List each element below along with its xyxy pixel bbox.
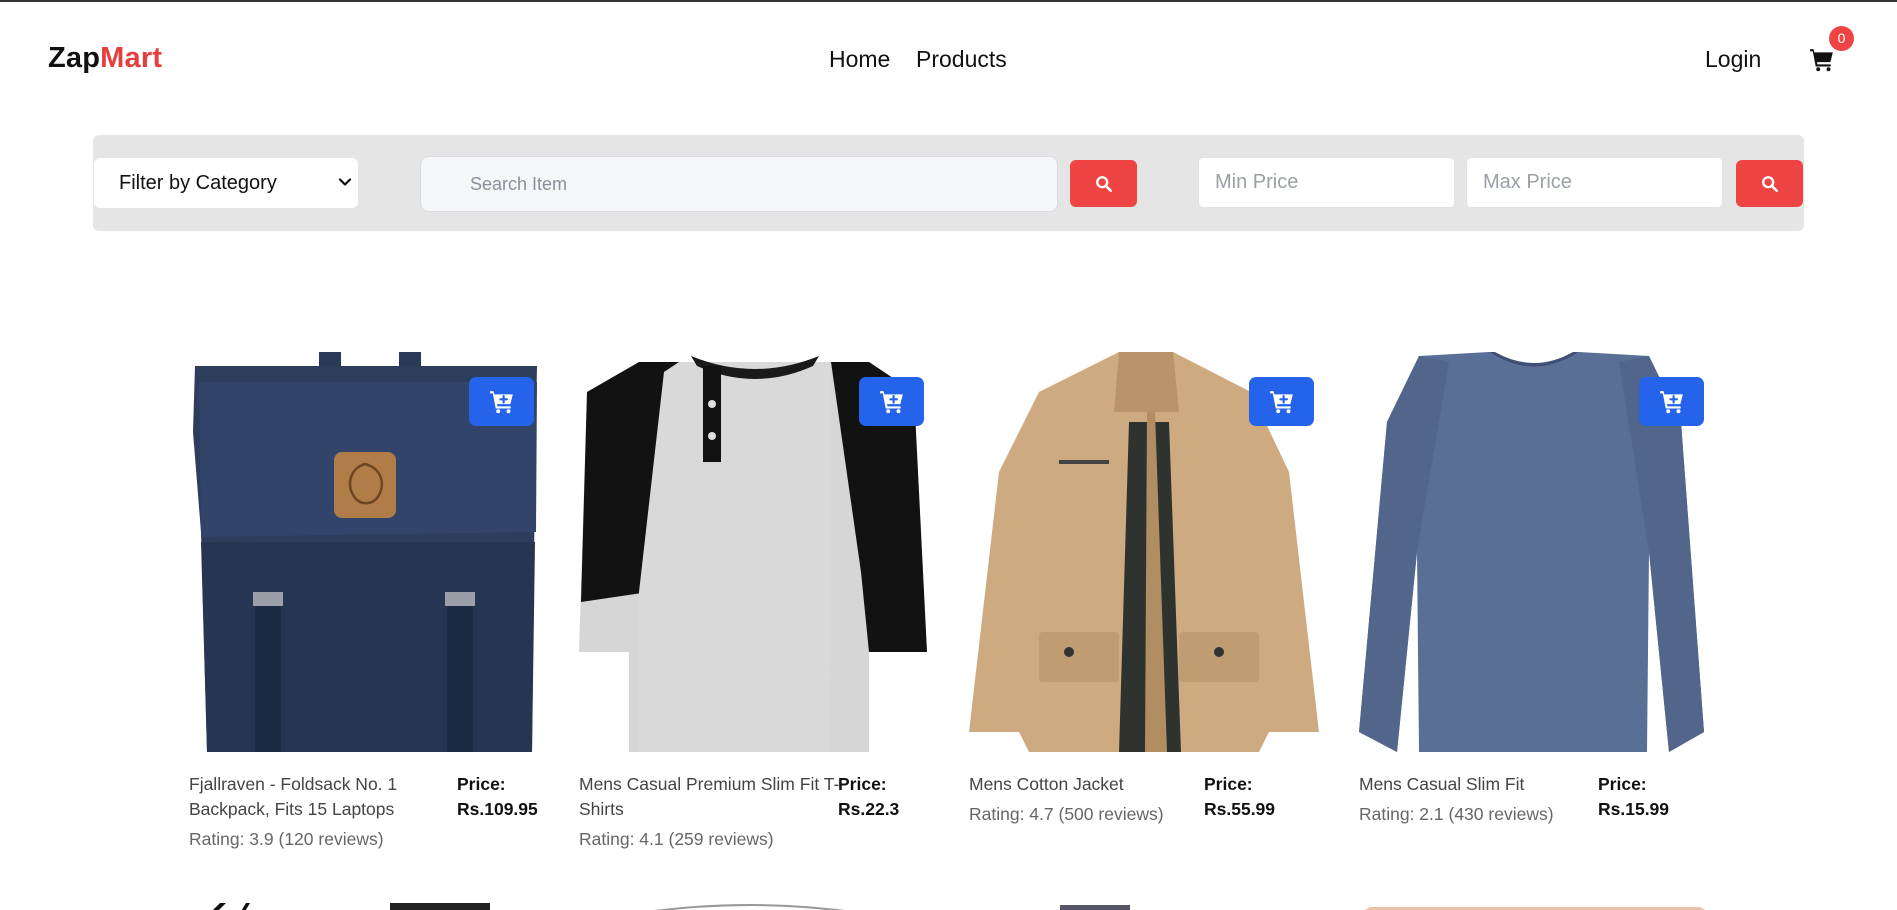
product-rating: Rating: 4.1 (259 reviews) bbox=[579, 829, 774, 849]
product-image-tshirt[interactable] bbox=[579, 352, 931, 752]
product-title[interactable]: Mens Cotton Jacket bbox=[969, 772, 1234, 797]
price-value: Rs.22.3 bbox=[838, 799, 900, 819]
price-label: Price: bbox=[1598, 774, 1647, 794]
product-rating: Rating: 4.7 (500 reviews) bbox=[969, 804, 1164, 824]
category-select-label: Filter by Category bbox=[119, 172, 277, 194]
product-rating: Rating: 3.9 (120 reviews) bbox=[189, 829, 384, 849]
max-price-input[interactable]: Max Price bbox=[1466, 157, 1723, 208]
product-image-jacket[interactable] bbox=[969, 352, 1321, 752]
nav-products-link[interactable]: Products bbox=[916, 46, 1007, 73]
product-price: Price: Rs.109.95 bbox=[457, 772, 541, 822]
nav-home-link[interactable]: Home bbox=[829, 46, 890, 73]
price-label: Price: bbox=[838, 774, 887, 794]
product-image-longsleeve[interactable] bbox=[1359, 352, 1711, 752]
product-price: Price: Rs.55.99 bbox=[1204, 772, 1324, 822]
search-icon bbox=[1761, 175, 1778, 192]
product-image-backpack[interactable] bbox=[189, 352, 541, 752]
product-rating: Rating: 2.1 (430 reviews) bbox=[1359, 804, 1554, 824]
login-link[interactable]: Login bbox=[1705, 46, 1761, 73]
price-value: Rs.109.95 bbox=[457, 799, 538, 819]
next-product-image-partial bbox=[1060, 900, 1130, 910]
add-to-cart-button[interactable] bbox=[859, 377, 924, 426]
next-row-image-4 bbox=[1365, 907, 1705, 910]
product-card[interactable]: Fjallraven - Foldsack No. 1 Backpack, Fi… bbox=[189, 352, 541, 872]
product-price: Price: Rs.22.3 bbox=[838, 772, 908, 822]
product-card[interactable]: Mens Casual Slim Fit Price: Rs.15.99 Rat… bbox=[1359, 352, 1711, 872]
price-value: Rs.15.99 bbox=[1598, 799, 1670, 819]
cart-icon-svg bbox=[1810, 49, 1833, 72]
search-button[interactable] bbox=[1070, 160, 1137, 207]
brand-logo-part1: Zap bbox=[48, 42, 101, 74]
min-price-input[interactable]: Min Price bbox=[1198, 157, 1455, 208]
cart-icon[interactable] bbox=[1809, 47, 1835, 73]
price-value: Rs.55.99 bbox=[1204, 799, 1276, 819]
next-product-image-partial bbox=[1360, 900, 1710, 910]
cart-count-badge: 0 bbox=[1829, 26, 1854, 51]
add-cart-icon bbox=[1659, 390, 1683, 413]
chevron-down-icon bbox=[338, 178, 352, 186]
product-card[interactable]: Mens Casual Premium Slim Fit T-Shirts Pr… bbox=[579, 352, 931, 872]
search-icon bbox=[1095, 175, 1112, 192]
next-product-image-partial bbox=[200, 900, 490, 910]
category-select[interactable]: Filter by Category bbox=[94, 158, 358, 208]
search-input[interactable]: Search Item bbox=[420, 156, 1058, 212]
brand-logo[interactable]: ZapMart bbox=[48, 42, 162, 75]
next-row-image-2 bbox=[654, 904, 846, 910]
product-title[interactable]: Mens Casual Slim Fit bbox=[1359, 772, 1624, 797]
add-to-cart-button[interactable] bbox=[469, 377, 534, 426]
product-title[interactable]: Mens Casual Premium Slim Fit T-Shirts bbox=[579, 772, 844, 822]
next-row-image-3 bbox=[1060, 905, 1130, 910]
next-product-image-partial bbox=[620, 900, 880, 910]
price-label: Price: bbox=[457, 774, 506, 794]
site-header: ZapMart Home Products Login 0 bbox=[0, 2, 1897, 118]
product-card[interactable]: Mens Cotton Jacket Price: Rs.55.99 Ratin… bbox=[969, 352, 1321, 872]
product-title[interactable]: Fjallraven - Foldsack No. 1 Backpack, Fi… bbox=[189, 772, 454, 822]
brand-logo-part2: Mart bbox=[100, 42, 163, 74]
add-to-cart-button[interactable] bbox=[1639, 377, 1704, 426]
next-row-image-1 bbox=[213, 903, 490, 910]
product-price: Price: Rs.15.99 bbox=[1598, 772, 1711, 822]
add-to-cart-button[interactable] bbox=[1249, 377, 1314, 426]
price-filter-button[interactable] bbox=[1736, 160, 1803, 207]
add-cart-icon bbox=[1269, 390, 1293, 413]
add-cart-icon bbox=[879, 390, 903, 413]
add-cart-icon bbox=[489, 390, 513, 413]
price-label: Price: bbox=[1204, 774, 1253, 794]
